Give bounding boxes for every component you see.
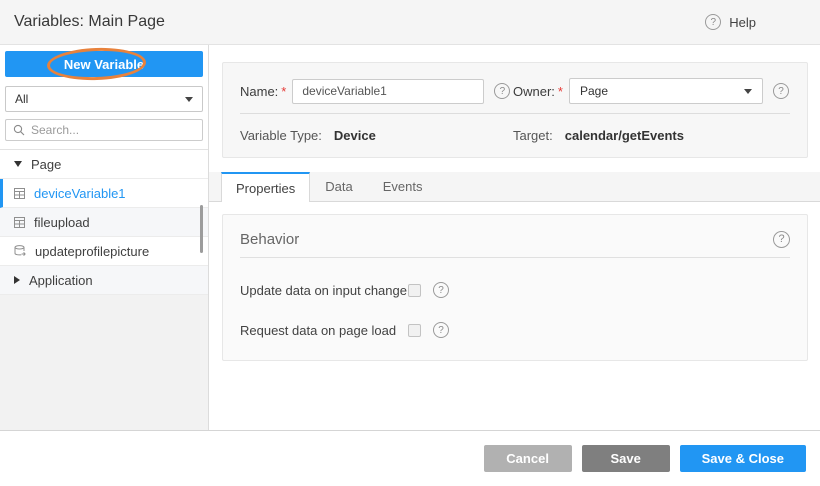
name-label: Name: [240,84,278,99]
name-help-icon[interactable]: ? [494,83,510,99]
target-label: Target: [513,128,553,143]
help-button[interactable]: ? Help [705,14,756,30]
tree-item-fileupload[interactable]: fileupload [0,208,208,237]
main-panel: Name: * ? Owner: * Page ? [209,45,820,430]
tree-group-label: Page [31,157,61,172]
search-input[interactable] [31,123,195,137]
update-on-input-change-row: Update data on input change ? [240,282,790,298]
footer: Cancel Save Save & Close [0,430,820,486]
request-on-page-load-help-icon[interactable]: ? [433,322,449,338]
sidebar: New Variable All Page [0,45,209,430]
tab-data[interactable]: Data [310,172,367,201]
tree-item-label: fileupload [34,215,90,230]
behavior-title: Behavior [240,231,299,248]
required-asterisk: * [558,84,563,99]
tree-item-updateprofilepicture[interactable]: updateprofilepicture [0,237,208,266]
update-on-input-change-help-icon[interactable]: ? [433,282,449,298]
tree-item-devicevariable1[interactable]: deviceVariable1 [0,179,208,208]
divider [240,257,790,258]
titlebar: Variables: Main Page ? Help [0,0,820,45]
name-owner-row: Name: * ? Owner: * Page ? [240,69,790,113]
request-on-page-load-checkbox[interactable] [408,324,421,337]
page-title: Variables: Main Page [14,13,165,31]
tree-group-page[interactable]: Page [0,150,208,179]
name-input[interactable] [292,79,484,104]
tree-group-application[interactable]: Application [0,266,208,295]
help-icon: ? [705,14,721,30]
target-value: calendar/getEvents [565,128,684,143]
variable-type-value: Device [334,128,376,143]
behavior-panel: Behavior ? Update data on input change ?… [222,214,808,361]
triangle-down-icon [14,161,22,167]
owner-select[interactable]: Page [569,78,763,104]
type-target-row: Variable Type: Device Target: calendar/g… [240,114,790,157]
sidebar-scrollbar[interactable] [200,205,203,253]
tabbar: Properties Data Events [209,172,820,202]
cancel-button[interactable]: Cancel [484,445,572,472]
device-variable-icon [14,188,25,199]
variable-filter-value: All [15,92,28,106]
search-box [5,119,203,141]
new-variable-button[interactable]: New Variable [5,51,203,77]
update-on-input-change-checkbox[interactable] [408,284,421,297]
chevron-down-icon [744,89,752,94]
owner-value: Page [580,84,608,98]
tree-group-label: Application [29,273,93,288]
request-on-page-load-row: Request data on page load ? [240,322,790,338]
tree-item-label: updateprofilepicture [35,244,149,259]
save-button[interactable]: Save [582,445,670,472]
variable-type-label: Variable Type: [240,128,322,143]
owner-help-icon[interactable]: ? [773,83,789,99]
variables-tree: Page deviceVariable1 fileupload [0,149,208,295]
triangle-right-icon [14,276,20,284]
tab-properties[interactable]: Properties [221,172,310,202]
search-icon [13,124,25,136]
required-asterisk: * [281,84,286,99]
device-variable-icon [14,217,25,228]
help-label: Help [729,15,756,30]
variable-filter-select[interactable]: All [5,86,203,112]
save-and-close-button[interactable]: Save & Close [680,445,806,472]
request-on-page-load-label: Request data on page load [240,323,408,338]
variable-summary-panel: Name: * ? Owner: * Page ? [222,62,808,158]
chevron-down-icon [185,97,193,102]
update-on-input-change-label: Update data on input change [240,283,408,298]
variables-dialog: Variables: Main Page ? Help New Variable… [0,0,820,486]
sidebar-filler [0,295,208,430]
owner-label: Owner: [513,84,555,99]
dialog-body: New Variable All Page [0,45,820,430]
behavior-header: Behavior ? [240,225,790,253]
behavior-help-icon[interactable]: ? [773,231,790,248]
tab-events[interactable]: Events [368,172,438,201]
service-variable-icon [14,245,26,257]
tree-item-label: deviceVariable1 [34,186,126,201]
